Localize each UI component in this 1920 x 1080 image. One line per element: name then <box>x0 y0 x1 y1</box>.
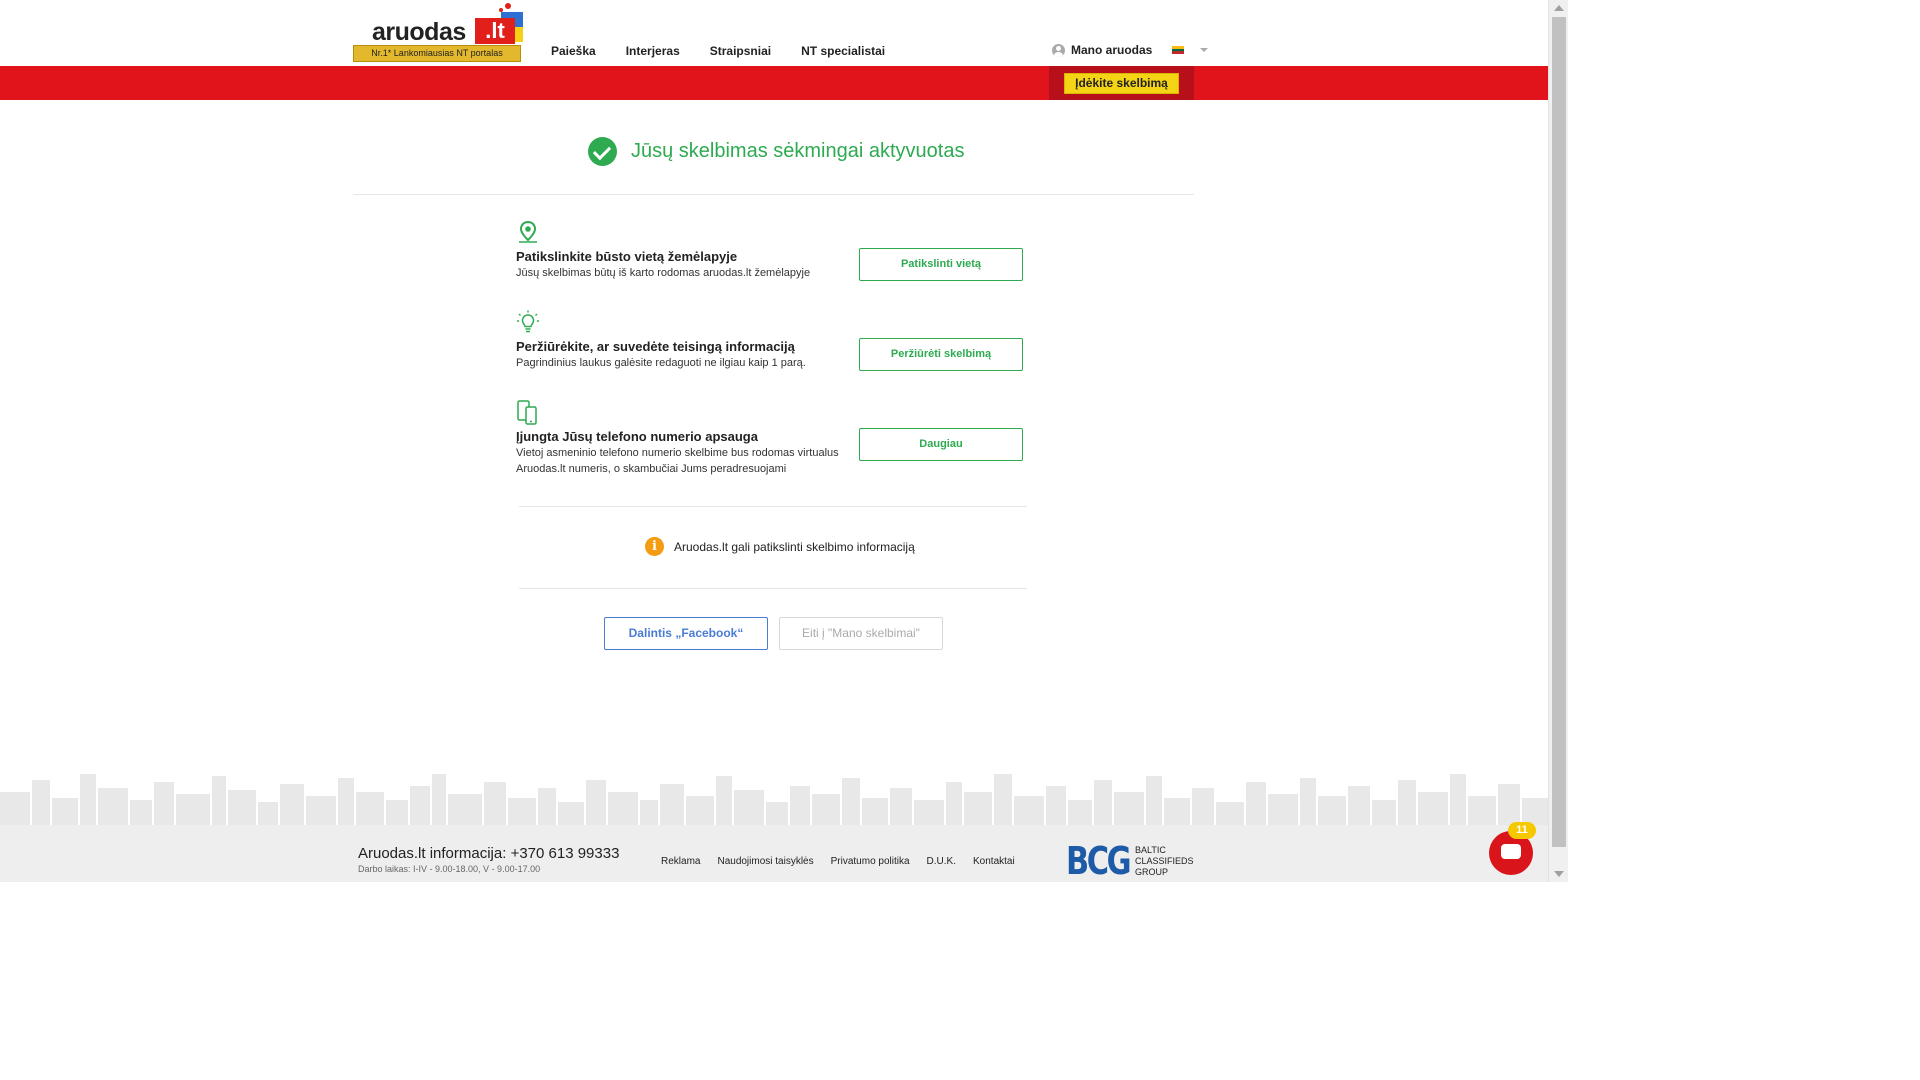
step-location: Patikslinkite būsto vietą žemėlapyje Jūs… <box>516 220 1026 290</box>
nav-item-straipsniai[interactable]: Straipsniai <box>710 44 771 58</box>
scrollbar-thumb[interactable] <box>1552 17 1566 847</box>
chat-unread-badge: 11 <box>1508 822 1536 839</box>
info-text: Aruodas.lt gali patikslinti skelbimo inf… <box>674 539 915 554</box>
logo-dot <box>505 3 511 9</box>
footer-link-contacts[interactable]: Kontaktai <box>973 856 1015 867</box>
lightbulb-icon <box>516 310 540 341</box>
phone-protection-icon <box>516 400 540 431</box>
footer-phone: Aruodas.lt informacija: +370 613 99333 <box>358 845 620 862</box>
step-description: Pagrindinius laukus galėsite redaguoti n… <box>516 357 806 369</box>
vertical-scrollbar[interactable] <box>1548 0 1568 882</box>
footer-link-faq[interactable]: D.U.K. <box>927 856 956 867</box>
nav-item-paieska[interactable]: Paieška <box>551 44 596 58</box>
scroll-down-icon[interactable] <box>1554 871 1564 877</box>
footer-link-terms[interactable]: Naudojimosi taisyklės <box>717 856 813 867</box>
user-icon <box>1052 43 1065 57</box>
lithuania-flag-icon[interactable] <box>1172 46 1185 55</box>
check-circle-icon <box>588 137 617 166</box>
step-title: Peržiūrėkite, ar suvedėte teisingą infor… <box>516 339 795 354</box>
share-facebook-button[interactable]: Dalintis „Facebook“ <box>604 617 768 650</box>
nav-item-nt-specialistai[interactable]: NT specialistai <box>801 44 885 58</box>
success-message: Jūsų skelbimas sėkmingai aktyvuotas <box>588 137 964 166</box>
step-description: Jūsų skelbimas būtų iš karto rodomas aru… <box>516 267 811 279</box>
site-header: aruodas .lt Nr.1* Lankomiausias NT porta… <box>0 0 1548 66</box>
site-footer: Aruodas.lt informacija: +370 613 99333 D… <box>0 825 1548 883</box>
scroll-up-icon[interactable] <box>1554 5 1564 11</box>
info-icon: i <box>645 537 664 556</box>
more-button[interactable]: Daugiau <box>859 428 1023 461</box>
success-title: Jūsų skelbimas sėkmingai aktyvuotas <box>631 140 965 162</box>
step-title: Įjungta Jūsų telefono numerio apsauga <box>516 429 758 444</box>
post-ad-button[interactable]: Įdėkite skelbimą <box>1064 73 1179 94</box>
bcg-text: BALTIC CLASSIFIEDS GROUP <box>1135 844 1194 877</box>
logo-tld: .lt <box>475 18 515 44</box>
divider <box>519 588 1027 589</box>
nav-item-interjeras[interactable]: Interjeras <box>626 44 680 58</box>
step-description: Vietoj asmeninio telefono numerio skelbi… <box>516 447 839 475</box>
account-menu[interactable]: Mano aruodas <box>1052 43 1209 57</box>
bcg-logo[interactable]: BCG BALTIC CLASSIFIEDS GROUP <box>1066 839 1194 883</box>
step-review: Peržiūrėkite, ar suvedėte teisingą infor… <box>516 310 1026 380</box>
bcg-mark: BCG <box>1066 839 1132 883</box>
account-label: Mano aruodas <box>1071 43 1153 57</box>
main-nav: Paieška Interjeras Straipsniai NT specia… <box>551 44 885 58</box>
chat-icon <box>1501 844 1521 859</box>
logo-text: aruodas <box>372 18 466 46</box>
divider <box>353 194 1194 195</box>
adjust-location-button[interactable]: Patikslinti vietą <box>859 248 1023 281</box>
map-pin-icon <box>516 220 540 249</box>
footer-links: Reklama Naudojimosi taisyklės Privatumo … <box>661 856 1015 867</box>
view-ad-button[interactable]: Peržiūrėti skelbimą <box>859 338 1023 371</box>
aruodas-logo[interactable]: aruodas .lt Nr.1* Lankomiausias NT porta… <box>353 2 528 64</box>
city-skyline-decoration <box>0 774 1548 826</box>
footer-link-privacy[interactable]: Privatumo politika <box>831 856 910 867</box>
info-notice: i Aruodas.lt gali patikslinti skelbimo i… <box>645 537 915 556</box>
chevron-down-icon[interactable] <box>1200 48 1209 52</box>
step-title: Patikslinkite būsto vietą žemėlapyje <box>516 249 738 264</box>
logo-tagline: Nr.1* Lankomiausias NT portalas <box>353 45 521 62</box>
divider <box>519 506 1027 507</box>
footer-link-reklama[interactable]: Reklama <box>661 856 700 867</box>
step-phone-protection: Įjungta Jūsų telefono numerio apsauga Vi… <box>516 400 1026 480</box>
footer-hours: Darbo laikas: I-IV - 9.00-18.00, V - 9.0… <box>358 864 541 874</box>
my-ads-button[interactable]: Eiti į "Mano skelbimai" <box>779 617 943 650</box>
header-red-bar <box>0 66 1548 100</box>
